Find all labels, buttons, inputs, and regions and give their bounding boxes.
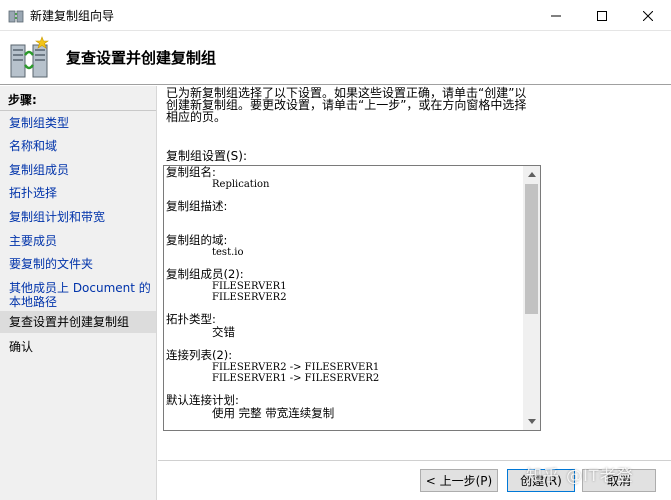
window-title: 新建复制组向导 — [30, 9, 115, 23]
step-primary-member[interactable]: 主要成员 — [9, 234, 151, 248]
group-name-label: 复制组名: — [166, 165, 216, 179]
chevron-down-icon — [527, 419, 536, 424]
minimize-icon — [551, 15, 561, 16]
footer-divider — [158, 460, 671, 461]
back-button[interactable]: < 上一步(P) — [420, 469, 498, 492]
domain-label: 复制组的域: — [166, 233, 228, 247]
member-value: FILESERVER2 — [212, 292, 287, 303]
step-schedule-bandwidth[interactable]: 复制组计划和带宽 — [9, 210, 151, 224]
scroll-down-button[interactable] — [523, 413, 540, 430]
schedule-value: 使用 完整 带宽连续复制 — [212, 406, 335, 420]
topology-value: 交错 — [212, 325, 235, 339]
zhihu-watermark: 知乎 @IT老登 — [526, 466, 634, 485]
scroll-thumb[interactable] — [525, 184, 538, 314]
content-pane: 已为新复制组选择了以下设置。如果这些设置正确，请单击“创建”以创建新复制组。要更… — [158, 86, 671, 500]
step-folders-to-replicate[interactable]: 要复制的文件夹 — [9, 257, 151, 271]
maximize-button[interactable] — [579, 0, 625, 31]
connection-value: FILESERVER1 -> FILESERVER2 — [212, 373, 380, 384]
scroll-up-button[interactable] — [523, 166, 540, 183]
replication-servers-icon — [10, 36, 49, 78]
settings-textbox[interactable]: 复制组名: Replication 复制组描述: 复制组的域: test.io … — [163, 165, 541, 431]
close-icon — [643, 10, 653, 21]
settings-text: 复制组名: Replication 复制组描述: 复制组的域: test.io … — [166, 166, 521, 420]
settings-label: 复制组设置(S): — [166, 149, 248, 163]
connection-value: FILESERVER2 -> FILESERVER1 — [212, 362, 380, 373]
step-confirmation: 确认 — [9, 340, 34, 354]
maximize-icon — [597, 10, 607, 21]
steps-heading: 步骤: — [8, 93, 37, 107]
close-button[interactable] — [625, 0, 671, 31]
chevron-up-icon — [527, 172, 536, 177]
members-label: 复制组成员(2): — [166, 267, 244, 281]
steps-divider — [0, 110, 156, 111]
step-topology[interactable]: 拓扑选择 — [9, 186, 151, 200]
wizard-header: 复查设置并创建复制组 — [0, 31, 671, 85]
group-name-value: Replication — [212, 179, 270, 190]
step-replication-group-type[interactable]: 复制组类型 — [9, 116, 151, 130]
page-title: 复查设置并创建复制组 — [66, 49, 217, 67]
member-value: FILESERVER1 — [212, 281, 287, 292]
intro-text: 已为新复制组选择了以下设置。如果这些设置正确，请单击“创建”以创建新复制组。要更… — [166, 86, 527, 124]
step-group-members[interactable]: 复制组成员 — [9, 163, 151, 177]
step-name-and-domain[interactable]: 名称和域 — [9, 139, 151, 153]
minimize-button[interactable] — [533, 0, 579, 31]
step-local-path[interactable]: 其他成员上 Document 的本地路径 — [9, 281, 151, 309]
description-label: 复制组描述: — [166, 199, 228, 213]
wizard-app-icon — [8, 10, 24, 23]
settings-scrollbar[interactable] — [523, 166, 540, 430]
connections-label: 连接列表(2): — [166, 348, 233, 362]
title-bar: 新建复制组向导 — [0, 0, 671, 31]
steps-sidebar: 步骤: 复制组类型 名称和域 复制组成员 拓扑选择 复制组计划和带宽 主要成员 … — [0, 86, 157, 500]
step-review-settings-current[interactable]: 复查设置并创建复制组 — [0, 311, 156, 333]
domain-value: test.io — [212, 247, 244, 258]
